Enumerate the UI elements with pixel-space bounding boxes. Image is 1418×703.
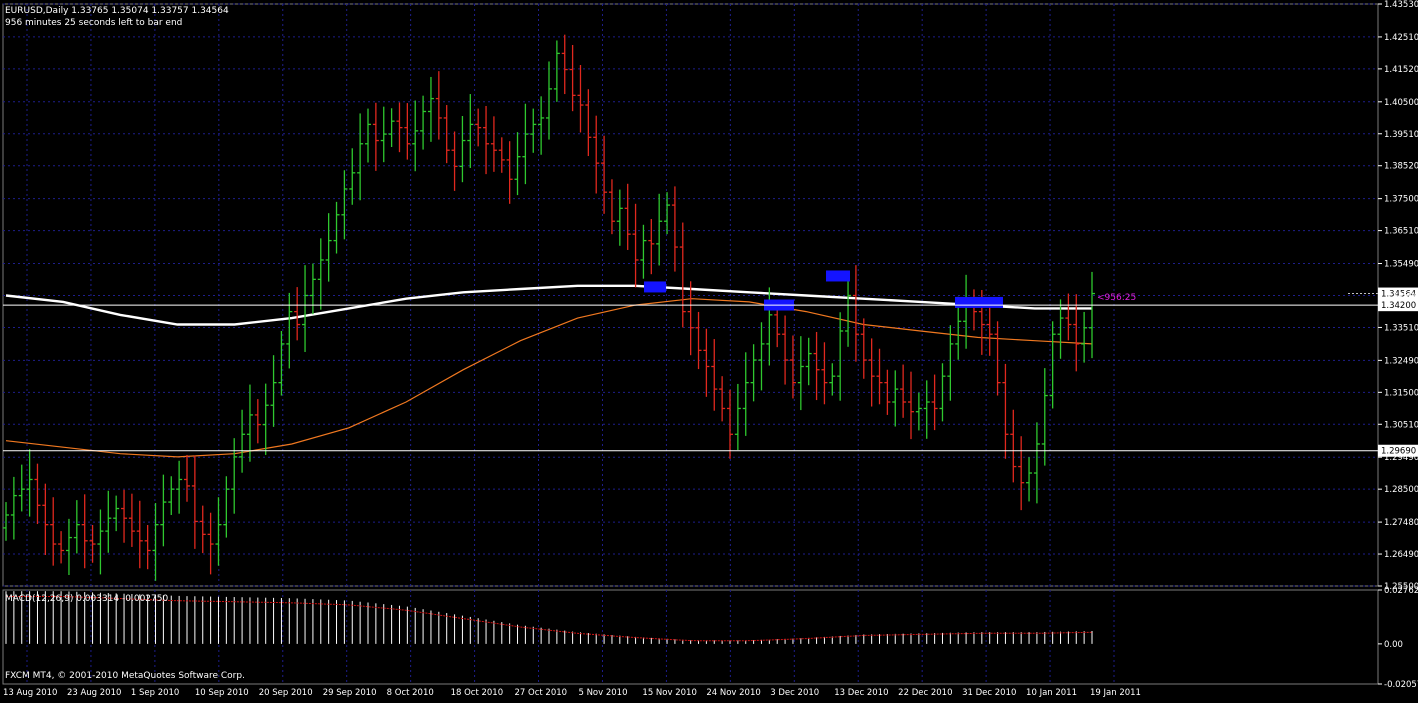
x-tick-label: 13 Aug 2010 xyxy=(3,688,57,698)
x-tick-label: 18 Oct 2010 xyxy=(451,688,504,698)
y-tick-label: 1.29490 xyxy=(1384,453,1418,463)
header-symbol: EURUSD,Daily 1.33765 1.35074 1.33757 1.3… xyxy=(5,6,229,16)
header-timer: 956 minutes 25 seconds left to bar end xyxy=(5,18,182,28)
zone-marker xyxy=(955,296,1003,308)
y-tick-label: 1.37500 xyxy=(1384,195,1418,205)
x-tick-label: 3 Dec 2010 xyxy=(770,688,819,698)
macd-label: MACD(12,26,9) 0.003314 -0.002750 xyxy=(5,594,168,604)
x-tick-label: 31 Dec 2010 xyxy=(962,688,1016,698)
y-tick-label: 1.38520 xyxy=(1384,162,1418,172)
chart-background xyxy=(0,0,1418,699)
zone-marker xyxy=(826,270,850,282)
x-tick-label: 19 Jan 2011 xyxy=(1090,688,1141,698)
y-tick-label: 1.36510 xyxy=(1384,227,1418,237)
x-tick-label: 20 Sep 2010 xyxy=(259,688,313,698)
y-tick-label: 1.40500 xyxy=(1384,98,1418,108)
chart-root: 1.34200 1.29690 1.34564 1.43530 1.42510 1.41… xyxy=(0,0,1418,699)
y-tick-label: 1.33510 xyxy=(1384,323,1418,333)
y-tick-label: 1.30510 xyxy=(1384,420,1418,430)
x-tick-label: 29 Sep 2010 xyxy=(323,688,377,698)
hline-label: 1.34200 xyxy=(1381,301,1416,311)
x-tick-label: 24 Nov 2010 xyxy=(706,688,760,698)
x-tick-label: 8 Oct 2010 xyxy=(387,688,434,698)
x-tick-label: 22 Dec 2010 xyxy=(898,688,952,698)
x-tick-label: 23 Aug 2010 xyxy=(67,688,121,698)
x-tick-label: 10 Jan 2011 xyxy=(1026,688,1077,698)
x-tick-label: 1 Sep 2010 xyxy=(131,688,179,698)
macd-tick-label: 0.00 xyxy=(1384,640,1403,650)
y-tick-label: 1.35490 xyxy=(1384,260,1418,270)
y-tick-label: 1.34500 xyxy=(1384,291,1418,301)
countdown-label: <956:25 xyxy=(1097,293,1136,303)
zone-marker xyxy=(644,281,666,293)
y-tick-label: 1.43530 xyxy=(1384,0,1418,10)
x-tick-label: 10 Sep 2010 xyxy=(195,688,249,698)
y-tick-label: 1.31500 xyxy=(1384,388,1418,398)
macd-tick-label: -0.02057 xyxy=(1384,680,1418,690)
y-tick-label: 1.26490 xyxy=(1384,550,1418,560)
y-tick-label: 1.27480 xyxy=(1384,518,1418,528)
y-tick-label: 1.32490 xyxy=(1384,356,1418,366)
x-tick-label: 15 Nov 2010 xyxy=(642,688,696,698)
y-tick-label: 1.42510 xyxy=(1384,33,1418,43)
macd-tick-label: 0.02762 xyxy=(1384,586,1418,596)
y-tick-label: 1.41520 xyxy=(1384,65,1418,75)
y-tick-label: 1.39510 xyxy=(1384,130,1418,140)
x-tick-label: 5 Nov 2010 xyxy=(578,688,627,698)
chart-svg: 1.342001.296901.34564 1.435301.425101.41… xyxy=(0,0,1418,699)
y-tick-label: 1.28500 xyxy=(1384,485,1418,495)
x-tick-label: 13 Dec 2010 xyxy=(834,688,888,698)
copyright: FXCM MT4, © 2001-2010 MetaQuotes Softwar… xyxy=(5,671,245,681)
x-tick-label: 27 Oct 2010 xyxy=(515,688,568,698)
